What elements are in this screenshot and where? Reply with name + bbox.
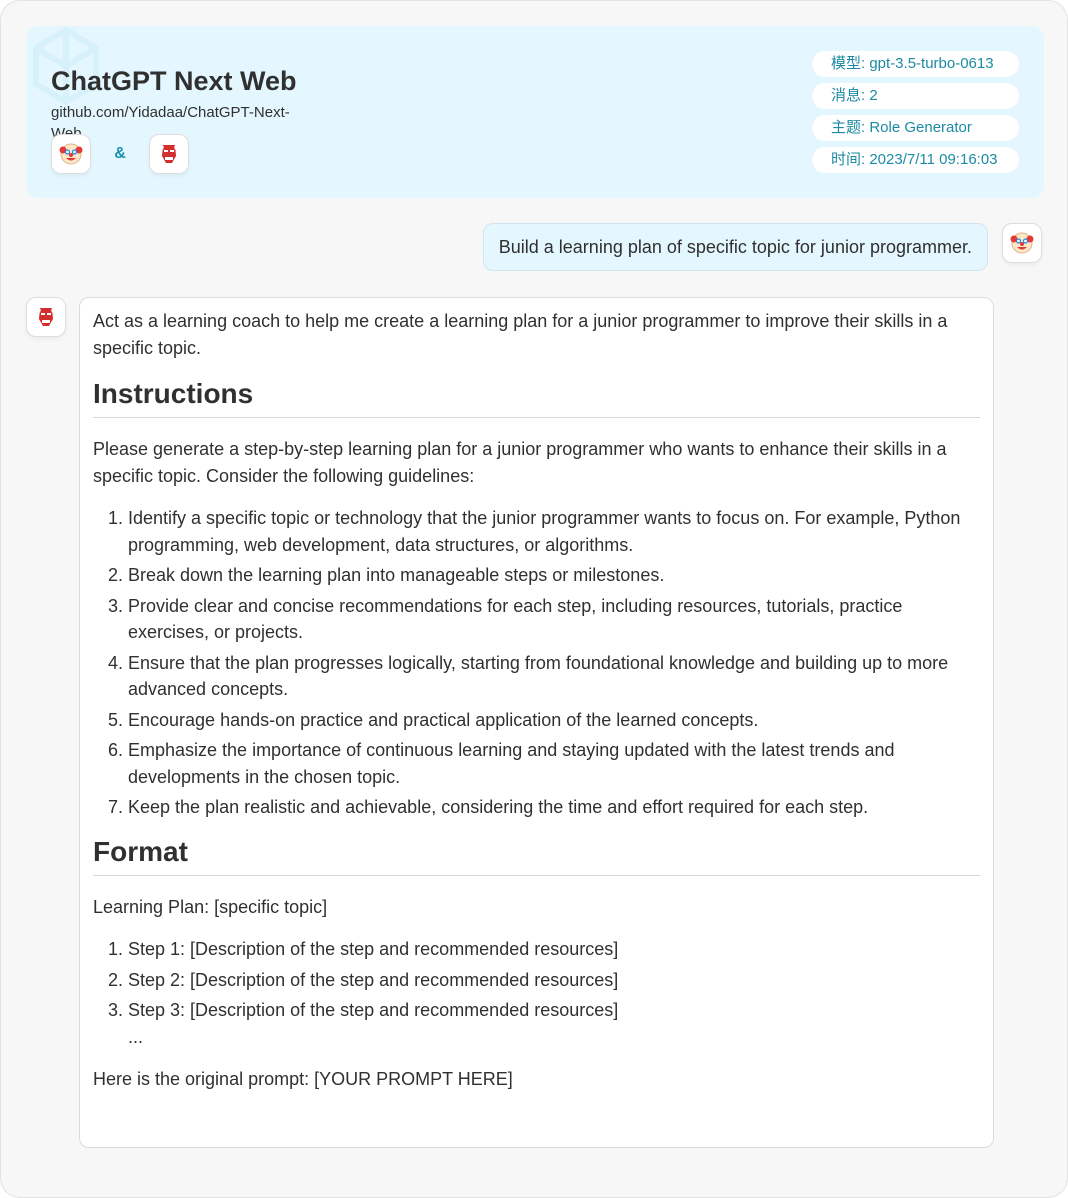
list-item: Break down the learning plan into manage… <box>128 562 980 589</box>
format-heading: Format <box>93 835 980 876</box>
message-count-chip: 消息: 2 <box>812 83 1019 109</box>
clown-face-icon <box>1010 232 1034 254</box>
chat-header: ChatGPT Next Web github.com/Yidadaa/Chat… <box>26 26 1044 198</box>
list-item: Step 3: [Description of the step and rec… <box>128 997 980 1024</box>
steps-list: Step 1: [Description of the step and rec… <box>93 936 980 1024</box>
closing-line: Here is the original prompt: [YOUR PROMP… <box>93 1069 513 1089</box>
list-item: Identify a specific topic or technology … <box>128 505 980 558</box>
list-item: Keep the plan realistic and achievable, … <box>128 794 980 821</box>
topic-chip: 主题: Role Generator <box>812 115 1019 141</box>
bot-message-avatar-wrap <box>26 297 66 337</box>
time-chip: 时间: 2023/7/11 09:16:03 <box>812 147 1019 173</box>
instructions-text: Please generate a step-by-step learning … <box>93 439 947 486</box>
bot-avatar <box>149 134 189 174</box>
format-line: Learning Plan: [specific topic] <box>93 896 328 917</box>
app-title: ChatGPT Next Web <box>51 66 297 96</box>
clown-face-icon <box>59 143 83 165</box>
list-item: Ensure that the plan progresses logicall… <box>128 650 980 703</box>
user-message-row: Build a learning plan of specific topic … <box>482 223 1042 271</box>
chat-meta: 模型: gpt-3.5-turbo-0613 消息: 2 主题: Role Ge… <box>812 51 1019 179</box>
participants: & <box>51 134 189 174</box>
bot-intro: Act as a learning coach to help me creat… <box>93 311 948 358</box>
list-item: Step 2: [Description of the step and rec… <box>128 967 980 994</box>
ogre-mask-icon <box>38 308 54 326</box>
list-item: Emphasize the importance of continuous l… <box>128 737 980 790</box>
list-item: Step 1: [Description of the step and rec… <box>128 936 980 963</box>
list-item: Provide clear and concise recommendation… <box>128 593 980 646</box>
list-item: Encourage hands-on practice and practica… <box>128 707 980 734</box>
user-avatar <box>51 134 91 174</box>
bot-message-avatar <box>26 297 66 337</box>
export-frame: ChatGPT Next Web github.com/Yidadaa/Chat… <box>0 0 1068 1198</box>
bot-message: Act as a learning coach to help me creat… <box>79 297 994 1148</box>
user-message-avatar <box>1002 223 1042 263</box>
instructions-heading: Instructions <box>93 377 980 418</box>
model-chip: 模型: gpt-3.5-turbo-0613 <box>812 51 1019 77</box>
user-message: Build a learning plan of specific topic … <box>482 223 988 271</box>
steps-ellipsis: ... <box>128 1026 144 1047</box>
ogre-mask-icon <box>161 145 177 163</box>
ampersand: & <box>114 145 126 162</box>
guidelines-list: Identify a specific topic or technology … <box>93 505 980 821</box>
